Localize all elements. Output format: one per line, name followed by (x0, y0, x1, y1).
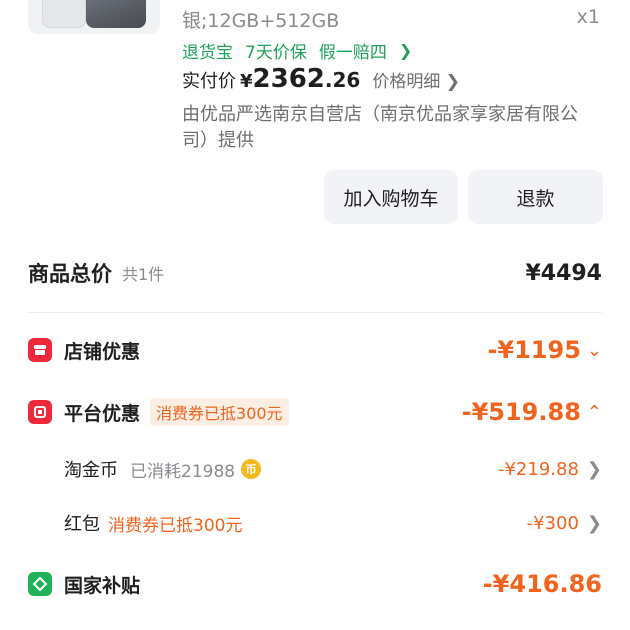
product-quantity: x1 (576, 6, 600, 28)
hongbao-note: 消费券已抵300元 (108, 515, 243, 536)
phone-front-image (42, 0, 86, 28)
subsidy-icon (28, 572, 52, 596)
hongbao-row[interactable]: 红包 消费券已抵300元 -¥300 ❯ (64, 510, 602, 536)
taojinbi-row[interactable]: 淘金币 已消耗21988 币 -¥219.88 ❯ (64, 456, 602, 482)
divider (28, 312, 602, 313)
chevron-down-icon: ⌄ (586, 339, 602, 361)
hongbao-label: 红包 (64, 514, 100, 535)
chevron-right-icon: ❯ (445, 72, 460, 92)
guarantee-list[interactable]: 退货宝 7天价保 假一赔四 ❯ (182, 38, 412, 63)
store-discount-amount: -¥1195 (487, 336, 581, 364)
paid-price: 实付价 ¥ 2362 .26 价格明细 ❯ (182, 64, 460, 94)
guarantee-return: 退货宝 (182, 43, 233, 63)
product-spec: 银;12GB+512GB (182, 10, 340, 32)
coin-icon: 币 (241, 459, 262, 479)
subsidy-label: 国家补贴 (64, 574, 141, 597)
platform-icon (28, 400, 52, 424)
store-discount-label: 店铺优惠 (64, 340, 141, 363)
price-detail-label: 价格明细 (372, 72, 441, 92)
chevron-right-icon: ❯ (398, 41, 413, 60)
paid-price-integer: 2362 (252, 64, 325, 94)
refund-button[interactable]: 退款 (468, 170, 603, 224)
phone-back-image (86, 0, 146, 28)
hongbao-amount: -¥300 (526, 512, 579, 534)
subsidy-amount: -¥416.86 (482, 570, 602, 598)
coupon-tag: 消费券已抵300元 (150, 398, 289, 426)
paid-price-label: 实付价 (182, 71, 236, 92)
currency-symbol: ¥ (240, 71, 253, 92)
taojinbi-note: 已消耗21988 (130, 461, 236, 482)
seller-info: 由优品严选南京自营店（南京优品家享家居有限公司）提供 (182, 104, 578, 151)
chevron-right-icon: ❯ (586, 458, 602, 480)
subsidy-row[interactable]: 国家补贴 -¥416.86 (28, 570, 602, 598)
price-detail-link[interactable]: 价格明细 ❯ (372, 67, 460, 92)
paid-price-decimal: .26 (324, 68, 361, 92)
taojinbi-amount: -¥219.88 (497, 458, 579, 480)
total-label: 商品总价 (28, 262, 112, 286)
chevron-up-icon: ⌃ (586, 401, 602, 423)
add-to-cart-button[interactable]: 加入购物车 (324, 170, 458, 224)
taojinbi-label: 淘金币 (64, 460, 118, 481)
total-row: 商品总价 共1件 ¥4494 (28, 258, 602, 288)
platform-discount-amount: -¥519.88 (461, 398, 581, 426)
store-icon (28, 338, 52, 362)
platform-discount-label: 平台优惠 (64, 402, 141, 425)
chevron-right-icon: ❯ (586, 512, 602, 534)
total-amount: ¥4494 (525, 260, 602, 286)
product-thumbnail[interactable] (28, 0, 160, 34)
item-count: 共1件 (122, 265, 165, 284)
store-discount-row[interactable]: 店铺优惠 -¥1195 ⌄ (28, 336, 602, 364)
platform-discount-row[interactable]: 平台优惠 消费券已抵300元 -¥519.88 ⌃ (28, 398, 602, 426)
guarantee-price-protect: 7天价保 (245, 43, 307, 63)
guarantee-fake-compensation: 假一赔四 (318, 43, 387, 63)
